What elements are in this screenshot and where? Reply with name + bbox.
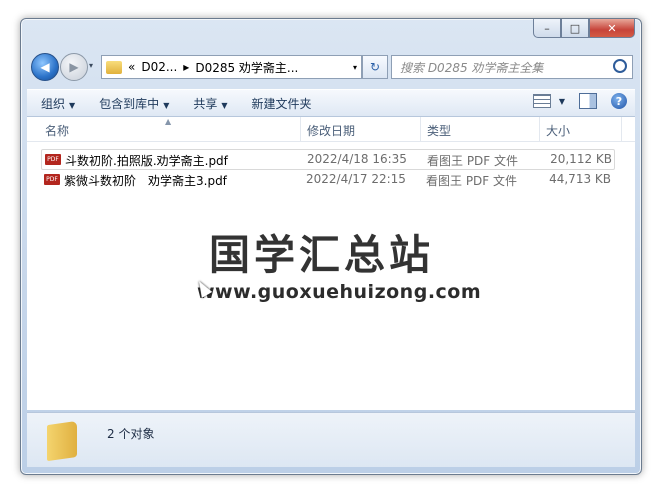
folder-icon: [106, 60, 122, 74]
watermark-url: www.guoxuehuizong.com: [197, 281, 482, 303]
view-dropdown-icon[interactable]: ▼: [559, 97, 565, 106]
search-icon[interactable]: [613, 59, 627, 73]
details-view-icon[interactable]: [532, 94, 551, 108]
file-size: 44,713 KB: [549, 172, 611, 186]
chevron-down-icon: ▼: [221, 100, 228, 110]
breadcrumb-current[interactable]: D0285 劝学斋主...: [195, 59, 298, 76]
file-date: 2022/4/17 22:15: [306, 172, 406, 186]
column-divider[interactable]: [621, 117, 622, 141]
address-dropdown-icon[interactable]: ▾: [353, 63, 357, 72]
pdf-file-icon: PDF: [45, 154, 61, 165]
view-options[interactable]: ▼: [532, 94, 565, 108]
details-pane: 2 个对象: [27, 412, 635, 467]
breadcrumb-parent[interactable]: D02...: [141, 60, 177, 74]
file-row[interactable]: PDF 斗数初阶.拍照版.劝学斋主.pdf 2022/4/18 16:35 看图…: [41, 149, 615, 170]
column-header: ▲ 名称 修改日期 类型 大小: [27, 117, 635, 142]
file-size: 20,112 KB: [550, 152, 612, 166]
minimize-button[interactable]: –: [533, 19, 561, 38]
file-type: 看图王 PDF 文件: [427, 154, 519, 168]
back-button[interactable]: ◀: [31, 53, 59, 81]
share-label: 共享: [193, 96, 218, 111]
preview-pane-icon[interactable]: [579, 93, 597, 109]
pdf-file-icon: PDF: [44, 174, 60, 185]
file-row[interactable]: PDF 紫微斗数初阶 劝学斋主3.pdf 2022/4/17 22:15 看图王…: [41, 170, 613, 189]
file-type: 看图王 PDF 文件: [426, 174, 518, 188]
column-type[interactable]: 类型: [427, 122, 451, 139]
chevron-down-icon: ▼: [69, 100, 76, 110]
refresh-button[interactable]: ↻: [362, 55, 388, 79]
file-name[interactable]: 紫微斗数初阶 劝学斋主3.pdf: [64, 172, 227, 189]
close-button[interactable]: ✕: [589, 19, 635, 38]
watermark-title: 国学汇总站: [209, 231, 434, 279]
address-bar[interactable]: « D02... ▸ D0285 劝学斋主... ▾: [101, 55, 362, 79]
navigation-bar: ◀ ▶ ▾ « D02... ▸ D0285 劝学斋主... ▾ ↻ 搜索 D0…: [29, 49, 633, 85]
forward-button[interactable]: ▶: [60, 53, 88, 81]
include-library-menu[interactable]: 包含到库中 ▼: [99, 95, 169, 112]
sort-ascending-icon: ▲: [165, 117, 172, 126]
column-divider[interactable]: [420, 117, 421, 141]
chevron-down-icon: ▼: [163, 100, 170, 110]
new-folder-button[interactable]: 新建文件夹: [252, 95, 312, 112]
file-date: 2022/4/18 16:35: [307, 152, 407, 166]
search-placeholder: 搜索 D0285 劝学斋主全集: [400, 60, 544, 75]
search-input[interactable]: 搜索 D0285 劝学斋主全集: [391, 55, 633, 79]
include-library-label: 包含到库中: [99, 96, 160, 111]
maximize-button[interactable]: □: [561, 19, 589, 38]
column-divider[interactable]: [539, 117, 540, 141]
share-menu[interactable]: 共享 ▼: [193, 95, 227, 112]
column-name[interactable]: 名称: [45, 122, 69, 139]
column-size[interactable]: 大小: [546, 122, 570, 139]
help-icon[interactable]: ?: [611, 93, 627, 109]
column-divider[interactable]: [300, 117, 301, 141]
explorer-window: – □ ✕ ◀ ▶ ▾ « D02... ▸ D0285 劝学斋主... ▾ ↻…: [20, 18, 642, 475]
item-count: 2 个对象: [107, 427, 155, 441]
file-name[interactable]: 斗数初阶.拍照版.劝学斋主.pdf: [65, 152, 228, 169]
caption-buttons: – □ ✕: [533, 19, 635, 39]
organize-menu[interactable]: 组织 ▼: [41, 95, 75, 112]
column-date[interactable]: 修改日期: [307, 122, 355, 139]
organize-label: 组织: [41, 96, 66, 111]
breadcrumb-overflow[interactable]: «: [128, 60, 135, 74]
file-list: ▲ 名称 修改日期 类型 大小 PDF 斗数初阶.拍照版.劝学斋主.pdf 20…: [27, 117, 635, 410]
breadcrumb-separator-icon[interactable]: ▸: [183, 60, 189, 74]
command-bar: 组织 ▼ 包含到库中 ▼ 共享 ▼ 新建文件夹 ▼ ?: [27, 89, 635, 117]
folder-icon: [47, 420, 77, 462]
recent-pages-dropdown[interactable]: ▾: [89, 61, 93, 70]
